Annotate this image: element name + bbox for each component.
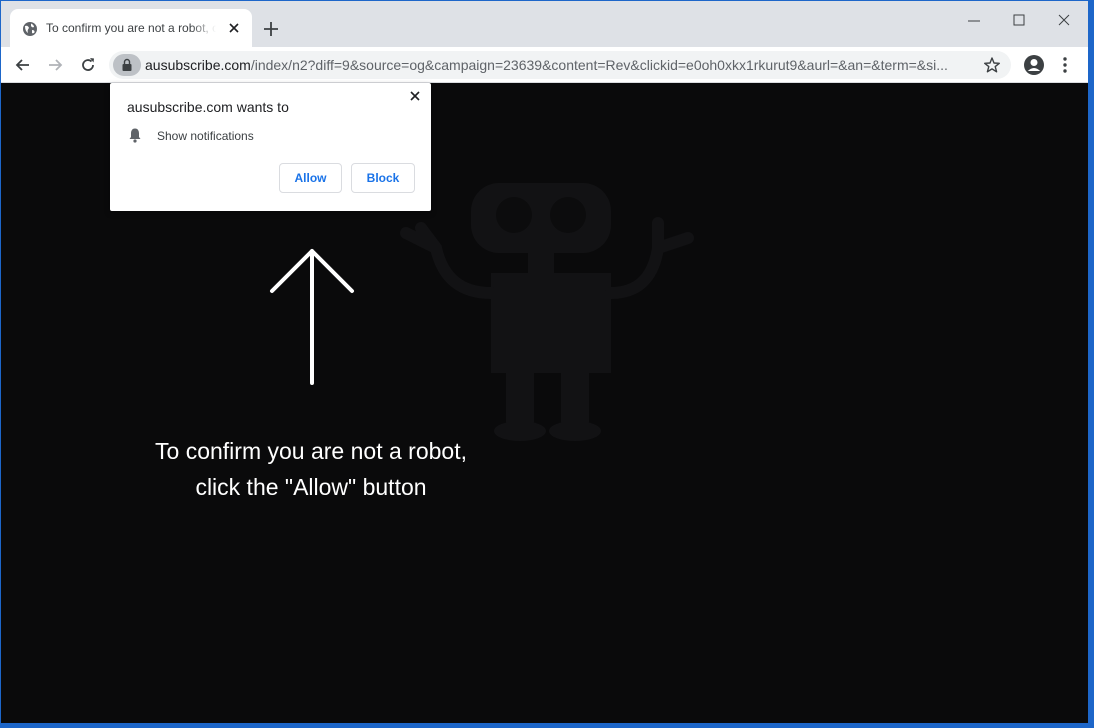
- allow-button[interactable]: Allow: [279, 163, 342, 193]
- permission-label: Show notifications: [157, 129, 254, 143]
- block-button[interactable]: Block: [351, 163, 415, 193]
- bookmark-star-icon[interactable]: [983, 56, 1001, 74]
- new-tab-icon[interactable]: [262, 20, 280, 38]
- address-bar[interactable]: ausubscribe.com/index/n2?diff=9&source=o…: [109, 51, 1011, 79]
- menu-kebab-icon[interactable]: [1059, 55, 1071, 75]
- url-text[interactable]: ausubscribe.com/index/n2?diff=9&source=o…: [145, 57, 971, 73]
- message-line-2: click the "Allow" button: [195, 474, 427, 500]
- bell-icon: [129, 128, 141, 143]
- url-path: /index/n2?diff=9&source=og&campaign=2363…: [250, 57, 948, 73]
- maximize-icon[interactable]: [1009, 11, 1029, 31]
- window-close-icon[interactable]: [1054, 11, 1074, 31]
- profile-avatar-icon[interactable]: [1023, 54, 1045, 76]
- browser-toolbar: ausubscribe.com/index/n2?diff=9&source=o…: [1, 47, 1088, 83]
- minimize-icon[interactable]: [964, 11, 984, 31]
- forward-arrow-icon[interactable]: [45, 55, 65, 75]
- close-icon[interactable]: [408, 89, 422, 103]
- robot-check-message: To confirm you are not a robot, click th…: [111, 433, 511, 505]
- up-arrow-icon: [270, 249, 354, 385]
- popup-title: ausubscribe.com wants to: [127, 99, 289, 115]
- notification-permission-popup: ausubscribe.com wants to Show notificati…: [110, 83, 431, 211]
- url-host: ausubscribe.com: [145, 57, 251, 73]
- tab-title: To confirm you are not a robot, click th…: [46, 21, 216, 35]
- site-info-button[interactable]: [113, 54, 141, 76]
- message-line-1: To confirm you are not a robot,: [155, 438, 467, 464]
- lock-icon: [122, 58, 132, 71]
- browser-tab[interactable]: To confirm you are not a robot, click th…: [10, 9, 252, 47]
- reload-icon[interactable]: [78, 55, 98, 75]
- back-arrow-icon[interactable]: [13, 55, 33, 75]
- tab-strip: To confirm you are not a robot, click th…: [1, 1, 1088, 47]
- robot-illustration: [400, 183, 694, 441]
- close-tab-icon[interactable]: [226, 20, 242, 36]
- globe-icon: [23, 22, 37, 36]
- browser-window: To confirm you are not a robot, click th…: [1, 1, 1088, 723]
